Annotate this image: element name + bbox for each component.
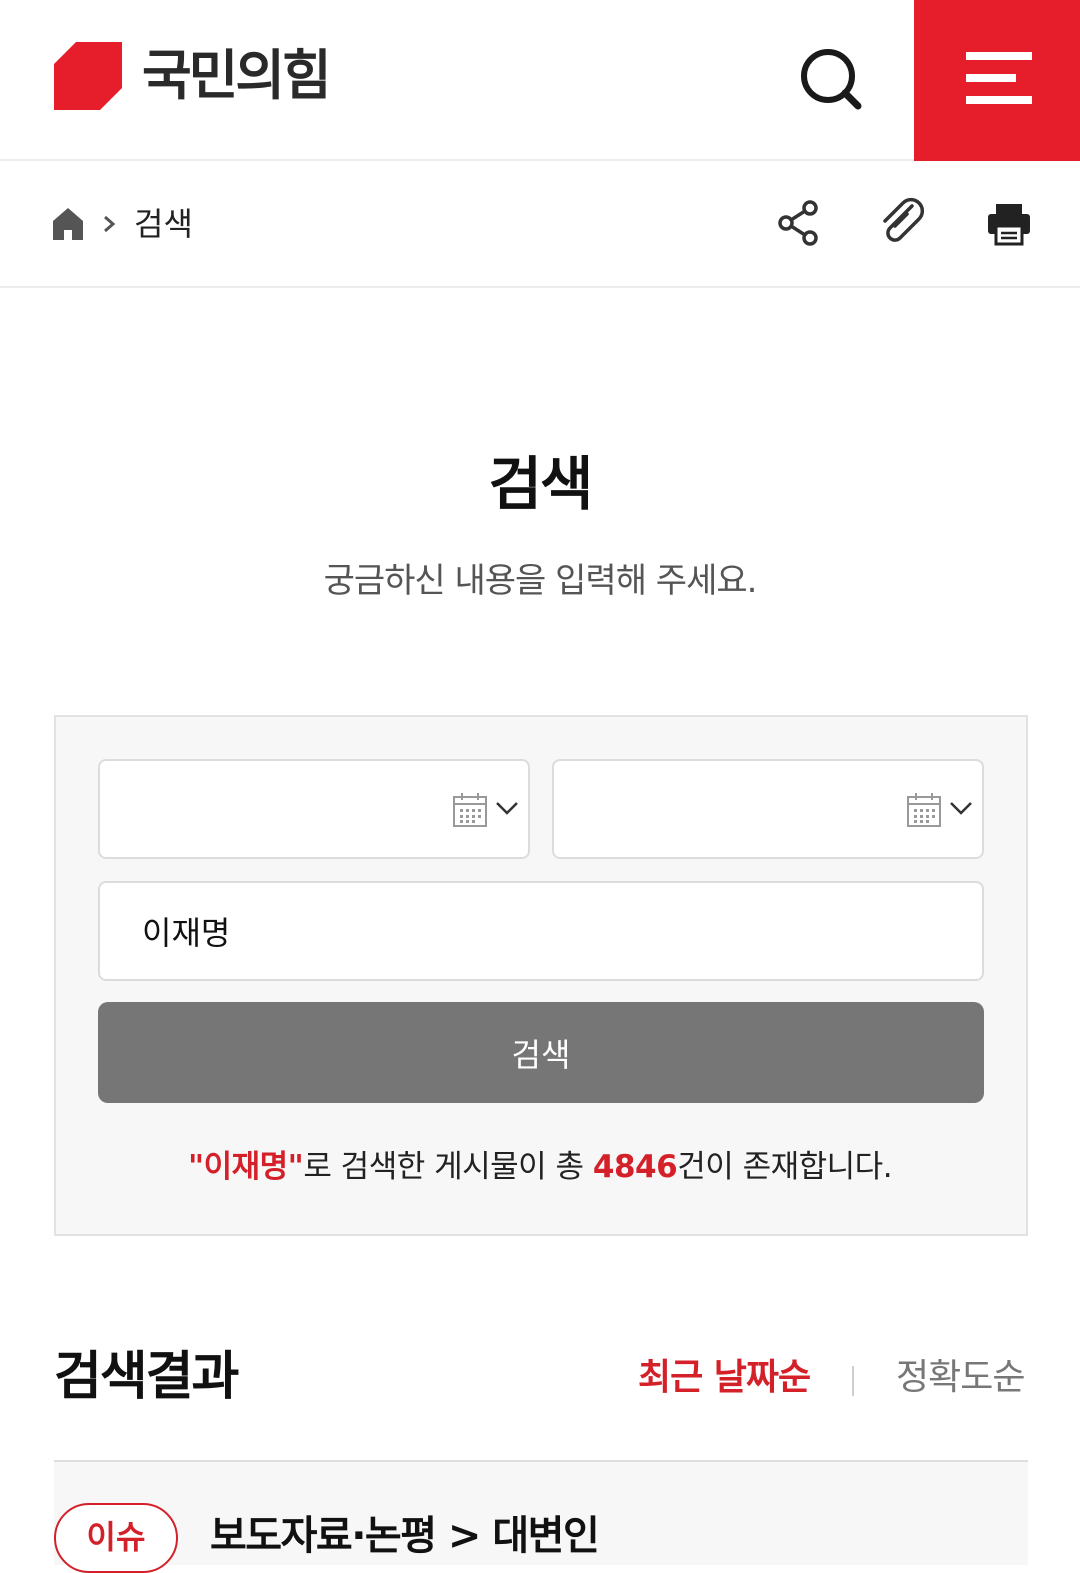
share-icon[interactable] <box>772 196 826 250</box>
result-summary: "이재명"로 검색한 게시물이 총 4846건이 존재합니다. <box>0 1144 1080 1190</box>
calendar-icon <box>907 793 941 827</box>
logo-text: 국민의힘 <box>142 44 332 107</box>
sort-accuracy-button[interactable]: 정확도순 <box>896 1352 1025 1404</box>
result-query: "이재명" <box>187 1149 304 1185</box>
search-submit-button[interactable]: 검색 <box>98 1002 984 1103</box>
search-button[interactable] <box>796 44 866 114</box>
chevron-down-icon <box>950 802 972 815</box>
page-subtitle: 궁금하신 내용을 입력해 주세요. <box>323 561 758 601</box>
breadcrumb-current: 검색 <box>134 205 193 243</box>
home-icon[interactable] <box>52 206 84 242</box>
list-item-path[interactable]: 보도자료·논평 > 대변인 <box>210 1508 600 1564</box>
page-title: 검색 <box>488 450 594 518</box>
sort-recent-button[interactable]: 최근 날짜순 <box>638 1352 811 1404</box>
results-heading: 검색결과 <box>54 1347 239 1407</box>
logo-mark-icon <box>54 42 122 110</box>
category-badge: 이슈 <box>54 1503 178 1573</box>
keyword-input[interactable] <box>98 881 984 981</box>
chevron-down-icon <box>496 802 518 815</box>
site-logo[interactable]: 국민의힘 <box>54 42 332 110</box>
attachment-icon[interactable] <box>876 196 930 250</box>
result-suffix: 건이 존재합니다. <box>677 1149 893 1185</box>
result-count: 4846 <box>592 1149 678 1185</box>
site-header: 국민의힘 <box>0 0 1080 161</box>
end-date-field[interactable] <box>552 759 984 859</box>
result-text: 로 검색한 게시물이 총 <box>303 1149 593 1185</box>
chevron-right-icon <box>104 215 116 233</box>
print-icon[interactable] <box>982 196 1036 250</box>
calendar-icon <box>453 793 487 827</box>
menu-button[interactable] <box>914 0 1080 161</box>
start-date-field[interactable] <box>98 759 530 859</box>
sort-divider <box>852 1366 854 1396</box>
search-icon <box>801 49 862 110</box>
